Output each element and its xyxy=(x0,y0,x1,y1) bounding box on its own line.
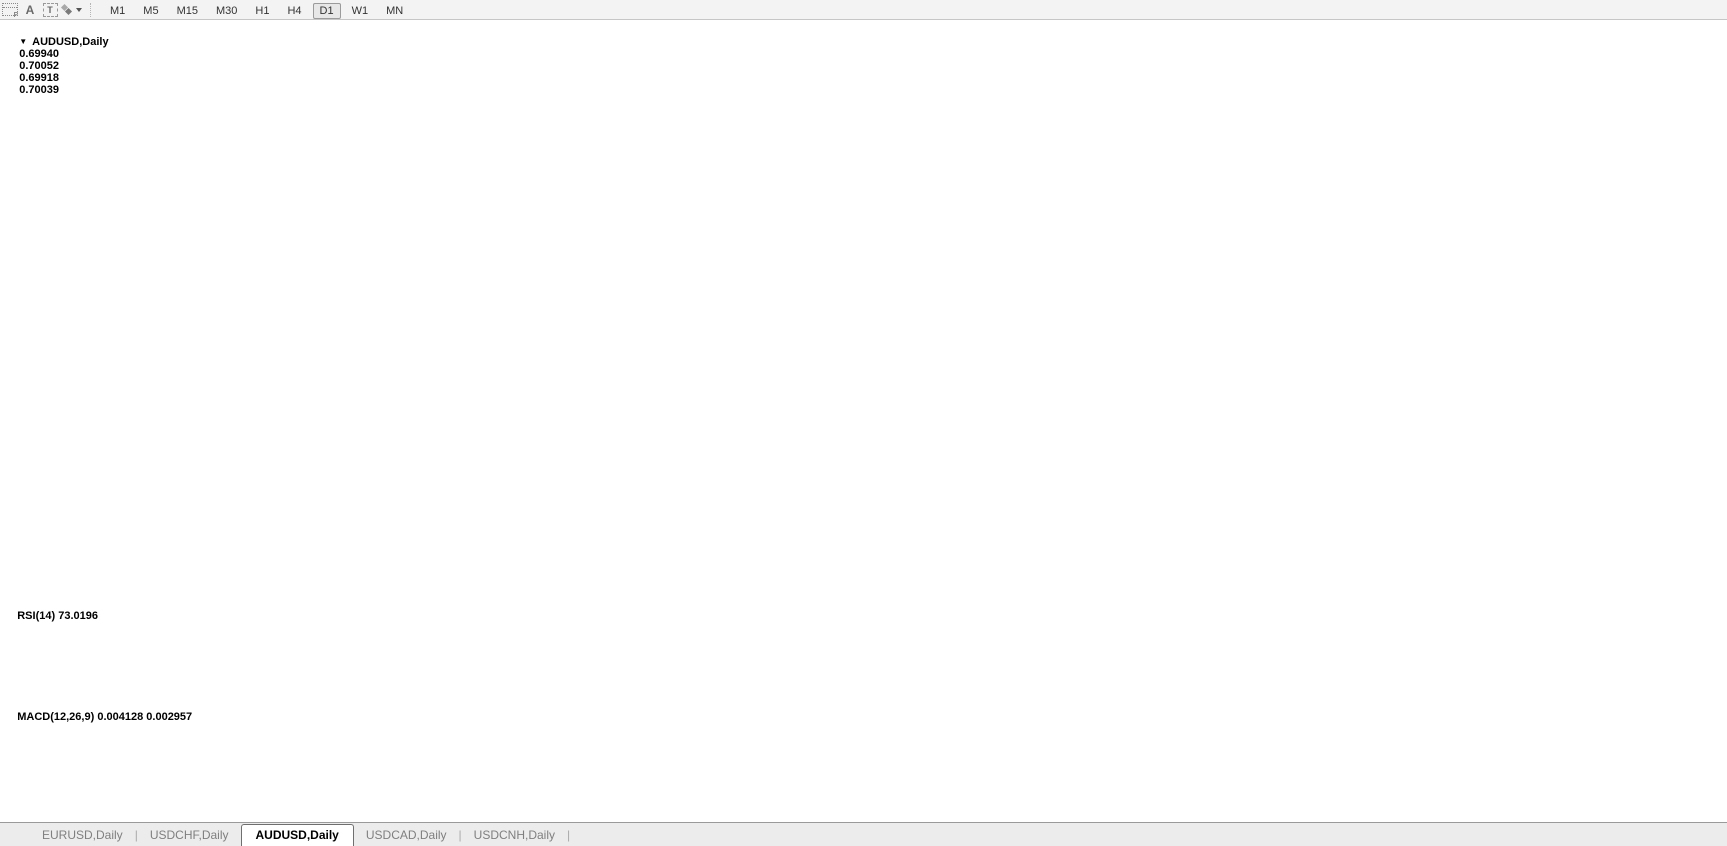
tab-usdcnh[interactable]: USDCNH,Daily xyxy=(462,825,567,846)
mt4-window: A T M1M5M15M30H1H4D1W1MN ▼AUDUSD,Daily 0… xyxy=(0,0,1727,846)
tab-eurusd[interactable]: EURUSD,Daily xyxy=(30,825,135,846)
ohlc-high: 0.70052 xyxy=(19,60,59,72)
ohlc-close: 0.70039 xyxy=(19,84,59,96)
tab-audusd[interactable]: AUDUSD,Daily xyxy=(240,824,354,846)
macd-indicator-label: MACD(12,26,9) 0.004128 0.002957 xyxy=(17,711,193,723)
tab-usdchf[interactable]: USDCHF,Daily xyxy=(138,825,241,846)
chart-canvas xyxy=(0,0,1727,846)
collapse-triangle-icon[interactable]: ▼ xyxy=(19,37,27,46)
tab-usdcad[interactable]: USDCAD,Daily xyxy=(354,825,459,846)
chart-symbol-period: AUDUSD,Daily xyxy=(32,36,109,48)
chart-title: ▼ AUDUSD,Daily 0.69940 0.70052 0.69918 0.… xyxy=(7,24,113,108)
chart-tab-bar: EURUSD,Daily | USDCHF,Daily AUDUSD,Daily USD… xyxy=(0,822,1727,846)
rsi-indicator-label: RSI(14) 73.0196 xyxy=(17,610,98,622)
ohlc-open: 0.69940 xyxy=(19,48,59,60)
tab-divider: | xyxy=(567,828,571,842)
ohlc-low: 0.69918 xyxy=(19,72,59,84)
